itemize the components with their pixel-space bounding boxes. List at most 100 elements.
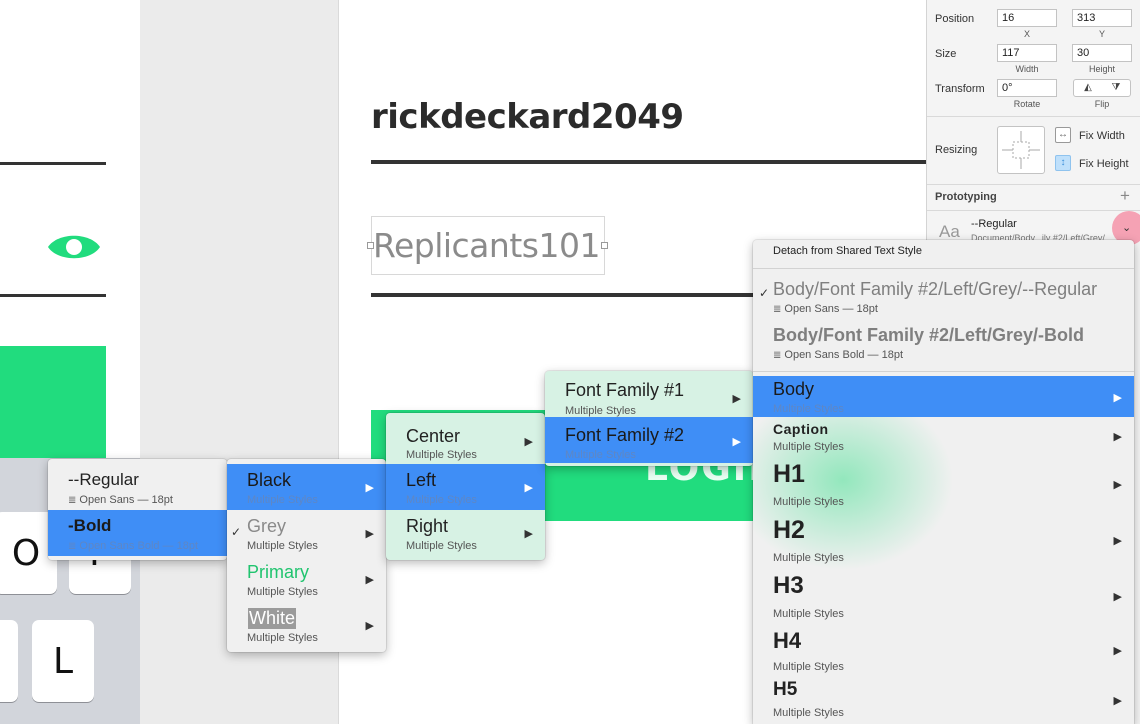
menu-item-sub-text: Open Sans Bold — 18pt <box>79 540 199 552</box>
menu-item-title: H3 <box>773 572 804 599</box>
menu-item-title: White <box>248 608 297 629</box>
menu-item-black[interactable]: Black Multiple Styles ▶ <box>227 464 386 510</box>
height-sublabel: Height <box>1088 64 1115 74</box>
menu-item-subtitle: Multiple Styles <box>247 540 318 552</box>
fix-width-icon[interactable]: ↔ <box>1055 127 1071 143</box>
detach-shared-style-item[interactable]: Detach from Shared Text Style <box>753 240 1134 268</box>
divider <box>927 116 1140 117</box>
submenu-arrow-icon: ▶ <box>1113 535 1122 547</box>
size-label: Size <box>935 48 957 60</box>
menu-item-subtitle: Multiple Styles <box>773 608 844 620</box>
flip-vertical-icon[interactable]: ⧩ <box>1102 80 1130 96</box>
position-label: Position <box>935 13 975 25</box>
position-x-input[interactable]: 16 <box>997 9 1057 27</box>
menu-item-current-bold[interactable]: Body/Font Family #2/Left/Grey/-Bold ≣ Ope… <box>753 320 1134 366</box>
menu-item-title: H4 <box>773 628 802 653</box>
submenu-arrow-icon: ▶ <box>1113 431 1122 443</box>
menu-item-title: Caption <box>773 421 829 437</box>
menu-item-left[interactable]: Left Multiple Styles ▶ <box>386 464 545 510</box>
color-menu: Black Multiple Styles ▶ ✓ Grey Multiple … <box>227 459 386 652</box>
menu-item-subtitle: ≣ Open Sans — 18pt <box>68 494 173 506</box>
flip-sublabel: Flip <box>1094 99 1110 109</box>
width-input[interactable]: 117 <box>997 44 1057 62</box>
submenu-arrow-icon: ▶ <box>524 482 533 494</box>
flip-horizontal-icon[interactable]: ◭ <box>1074 80 1102 96</box>
eye-icon[interactable] <box>46 228 102 266</box>
menu-item-primary[interactable]: Primary Multiple Styles ▶ <box>227 556 386 602</box>
menu-item-caption[interactable]: Caption Multiple Styles ▶ <box>753 418 1134 458</box>
menu-item-grey[interactable]: ✓ Grey Multiple Styles ▶ <box>227 510 386 556</box>
submenu-arrow-icon: ▶ <box>732 393 741 405</box>
menu-item-regular[interactable]: --Regular ≣ Open Sans — 18pt <box>48 465 227 510</box>
key-l[interactable]: L <box>32 620 94 702</box>
menu-item-right[interactable]: Right Multiple Styles ▶ <box>386 510 545 556</box>
menu-item-font-family-2[interactable]: Font Family #2 Multiple Styles ▶ <box>545 417 753 463</box>
width-sublabel: Width <box>1015 64 1039 74</box>
submenu-arrow-icon: ▶ <box>365 574 374 586</box>
weight-menu: --Regular ≣ Open Sans — 18pt -Bold ≣ Open … <box>48 459 227 560</box>
fix-height-label[interactable]: Fix Height <box>1079 158 1129 170</box>
alignment-menu: Center Multiple Styles ▶ Left Multiple S… <box>386 413 545 560</box>
menu-item-h5[interactable]: H5 Multiple Styles ▶ <box>753 679 1134 724</box>
menu-item-bold[interactable]: -Bold ≣ Open Sans Bold — 18pt <box>48 510 227 556</box>
menu-item-body[interactable]: Body Multiple Styles ▶ <box>753 376 1134 417</box>
resizing-constraints-widget[interactable] <box>997 126 1045 174</box>
submenu-arrow-icon: ▶ <box>365 620 374 632</box>
fix-height-icon[interactable]: ↕ <box>1055 155 1071 171</box>
menu-item-h1[interactable]: H1 Multiple Styles ▶ <box>753 458 1134 514</box>
font-family-menu: Font Family #1 Multiple Styles ▶ Font Fa… <box>545 371 753 466</box>
menu-item-current-regular[interactable]: ✓ Body/Font Family #2/Left/Grey/--Regula… <box>753 274 1134 320</box>
menu-item-subtitle: Multiple Styles <box>406 449 477 461</box>
plus-icon[interactable]: + <box>1120 187 1130 204</box>
menu-item-subtitle: Multiple Styles <box>565 449 636 461</box>
submenu-arrow-icon: ▶ <box>365 528 374 540</box>
menu-item-font-family-1[interactable]: Font Family #1 Multiple Styles ▶ <box>545 374 753 420</box>
rotate-input[interactable]: 0° <box>997 79 1057 97</box>
submenu-arrow-icon: ▶ <box>524 528 533 540</box>
text-lines-icon: ≣ <box>773 350 782 361</box>
height-input[interactable]: 30 <box>1072 44 1132 62</box>
left-artboard: O P K L <box>0 0 140 724</box>
y-sublabel: Y <box>1098 29 1105 39</box>
menu-separator <box>753 371 1134 372</box>
menu-item-subtitle: ≣ Open Sans Bold — 18pt <box>68 540 198 552</box>
flip-control: ◭ ⧩ <box>1073 79 1131 97</box>
login-button[interactable] <box>0 346 106 458</box>
menu-item-title: H2 <box>773 516 805 544</box>
divider <box>927 184 1140 185</box>
menu-item-subtitle: Multiple Styles <box>247 632 318 644</box>
menu-item-title: Body/Font Family #2/Left/Grey/-Bold <box>773 325 1085 345</box>
menu-item-h4[interactable]: H4 Multiple Styles ▶ <box>753 626 1134 679</box>
submenu-arrow-icon: ▶ <box>1113 479 1122 491</box>
menu-item-subtitle: Multiple Styles <box>773 403 844 415</box>
text-styles-menu: Detach from Shared Text Style ✓ Body/Fon… <box>753 240 1134 724</box>
menu-item-white[interactable]: White Multiple Styles ▶ <box>227 602 386 648</box>
chevron-down-icon: ⌄ <box>1122 222 1132 234</box>
text-lines-icon: ≣ <box>773 304 782 315</box>
menu-item-subtitle: Multiple Styles <box>565 405 636 417</box>
menu-item-title: Grey <box>247 516 287 536</box>
password-underline <box>0 294 106 297</box>
menu-separator <box>753 268 1134 269</box>
menu-item-center[interactable]: Center Multiple Styles ▶ <box>386 418 545 464</box>
selection-handle-right[interactable] <box>601 242 608 249</box>
menu-item-h2[interactable]: H2 Multiple Styles ▶ <box>753 514 1134 570</box>
menu-item-subtitle: ≣ Open Sans Bold — 18pt <box>773 349 903 361</box>
submenu-arrow-icon: ▶ <box>365 482 374 494</box>
key-k[interactable]: K <box>0 620 18 702</box>
menu-item-subtitle: Multiple Styles <box>406 540 477 552</box>
menu-item-title: Body <box>773 379 815 399</box>
menu-item-subtitle: Multiple Styles <box>773 707 844 719</box>
menu-item-title: Primary <box>247 562 309 582</box>
menu-item-title: Center <box>406 426 461 446</box>
divider <box>927 210 1140 211</box>
position-y-input[interactable]: 313 <box>1072 9 1132 27</box>
password-text[interactable]: Replicants101 <box>373 226 600 265</box>
menu-item-subtitle: Multiple Styles <box>773 441 844 453</box>
rotate-sublabel: Rotate <box>1013 99 1041 109</box>
text-style-name[interactable]: --Regular <box>971 218 1017 230</box>
fix-width-label[interactable]: Fix Width <box>1079 130 1125 142</box>
menu-item-subtitle: Multiple Styles <box>247 586 318 598</box>
menu-item-h3[interactable]: H3 Multiple Styles ▶ <box>753 570 1134 626</box>
menu-item-sub-text: Open Sans — 18pt <box>79 494 173 506</box>
